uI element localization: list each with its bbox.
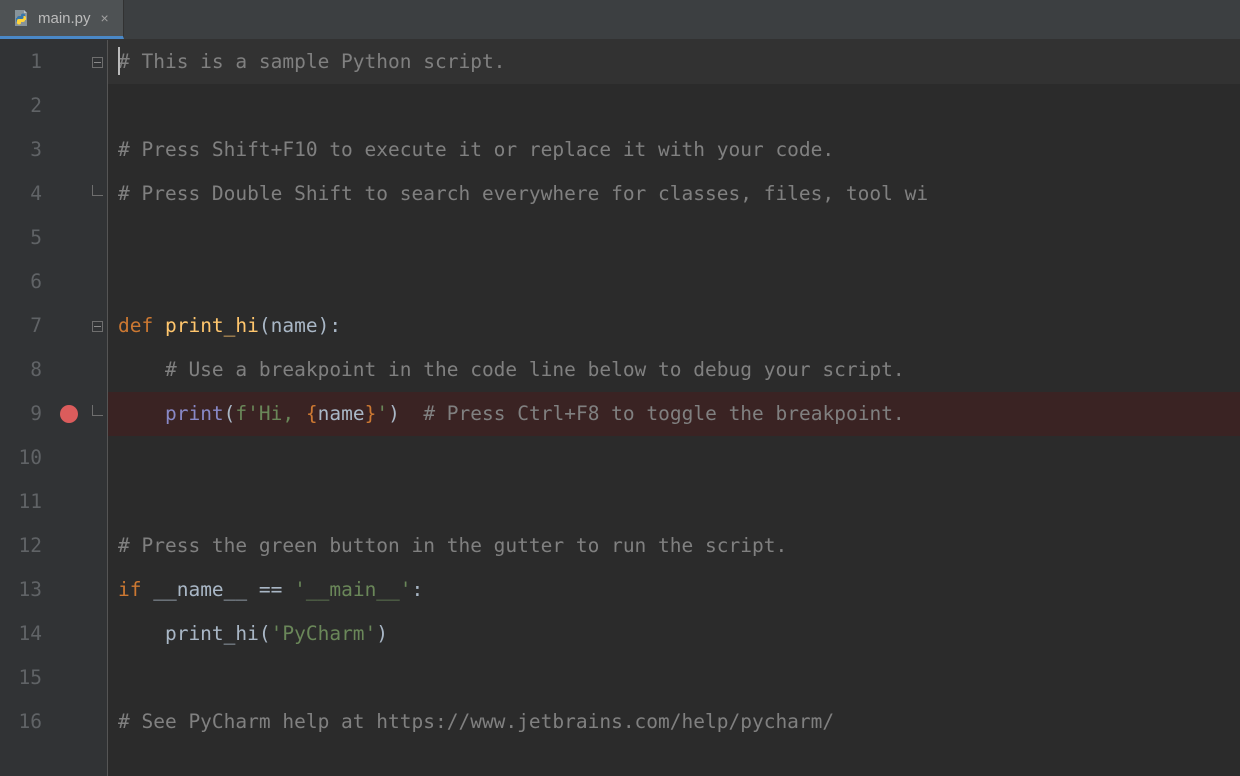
breakpoint-slot[interactable] — [50, 40, 88, 84]
code-line — [108, 260, 1240, 304]
code-line: # This is a sample Python script. — [108, 40, 1240, 84]
code-line — [108, 656, 1240, 700]
breakpoint-slot[interactable] — [50, 260, 88, 304]
breakpoint-slot[interactable] — [50, 172, 88, 216]
line-number[interactable]: 5 — [0, 216, 42, 260]
line-number[interactable]: 1 — [0, 40, 42, 84]
line-number[interactable]: 2 — [0, 84, 42, 128]
code-line: def print_hi(name): — [108, 304, 1240, 348]
breakpoint-slot[interactable] — [50, 348, 88, 392]
code-line — [108, 436, 1240, 480]
line-number[interactable]: 8 — [0, 348, 42, 392]
breakpoint-icon[interactable] — [60, 405, 78, 423]
line-number-column: 1 2 3 4 5 6 7 8 9 10 11 12 13 14 15 16 — [0, 40, 50, 776]
breakpoint-slot[interactable] — [50, 128, 88, 172]
line-number[interactable]: 13 — [0, 568, 42, 612]
fold-end-icon — [92, 185, 103, 196]
breakpoint-slot[interactable] — [50, 568, 88, 612]
code-line: if __name__ == '__main__': — [108, 568, 1240, 612]
fold-marker[interactable] — [88, 304, 107, 348]
line-number[interactable]: 9 — [0, 392, 42, 436]
code-line: print(f'Hi, {name}') # Press Ctrl+F8 to … — [108, 392, 1240, 436]
tab-bar: main.py × — [0, 0, 1240, 40]
code-line — [108, 480, 1240, 524]
breakpoint-slot[interactable] — [50, 436, 88, 480]
line-number[interactable]: 6 — [0, 260, 42, 304]
tab-label: main.py — [38, 10, 91, 27]
code-line: # Use a breakpoint in the code line belo… — [108, 348, 1240, 392]
fold-marker[interactable] — [88, 40, 107, 84]
fold-marker[interactable] — [88, 172, 107, 216]
code-line: # Press the green button in the gutter t… — [108, 524, 1240, 568]
line-number[interactable]: 3 — [0, 128, 42, 172]
line-number[interactable]: 10 — [0, 436, 42, 480]
fold-collapse-icon[interactable] — [92, 57, 103, 68]
line-number[interactable]: 16 — [0, 700, 42, 744]
breakpoint-slot[interactable] — [50, 524, 88, 568]
line-number[interactable]: 4 — [0, 172, 42, 216]
text-caret — [118, 47, 120, 75]
line-number[interactable]: 14 — [0, 612, 42, 656]
line-number[interactable]: 11 — [0, 480, 42, 524]
close-icon[interactable]: × — [99, 10, 111, 26]
breakpoint-slot[interactable] — [50, 700, 88, 744]
fold-end-icon — [92, 405, 103, 416]
fold-column — [88, 40, 108, 776]
python-file-icon — [12, 9, 30, 27]
code-area[interactable]: # This is a sample Python script. # Pres… — [108, 40, 1240, 776]
breakpoint-slot[interactable] — [50, 84, 88, 128]
code-line — [108, 216, 1240, 260]
code-line: # Press Double Shift to search everywher… — [108, 172, 1240, 216]
fold-marker[interactable] — [88, 392, 107, 436]
code-line: # See PyCharm help at https://www.jetbra… — [108, 700, 1240, 744]
code-line — [108, 84, 1240, 128]
breakpoint-slot[interactable] — [50, 656, 88, 700]
line-number[interactable]: 12 — [0, 524, 42, 568]
line-number[interactable]: 15 — [0, 656, 42, 700]
code-line: print_hi('PyCharm') — [108, 612, 1240, 656]
breakpoint-column — [50, 40, 88, 776]
line-number[interactable]: 7 — [0, 304, 42, 348]
fold-collapse-icon[interactable] — [92, 321, 103, 332]
tab-main-py[interactable]: main.py × — [0, 0, 124, 39]
breakpoint-slot[interactable] — [50, 480, 88, 524]
breakpoint-slot[interactable] — [50, 216, 88, 260]
gutter: 1 2 3 4 5 6 7 8 9 10 11 12 13 14 15 16 — [0, 40, 108, 776]
editor: 1 2 3 4 5 6 7 8 9 10 11 12 13 14 15 16 — [0, 40, 1240, 776]
code-line: # Press Shift+F10 to execute it or repla… — [108, 128, 1240, 172]
breakpoint-slot[interactable] — [50, 304, 88, 348]
breakpoint-slot[interactable] — [50, 392, 88, 436]
breakpoint-slot[interactable] — [50, 612, 88, 656]
